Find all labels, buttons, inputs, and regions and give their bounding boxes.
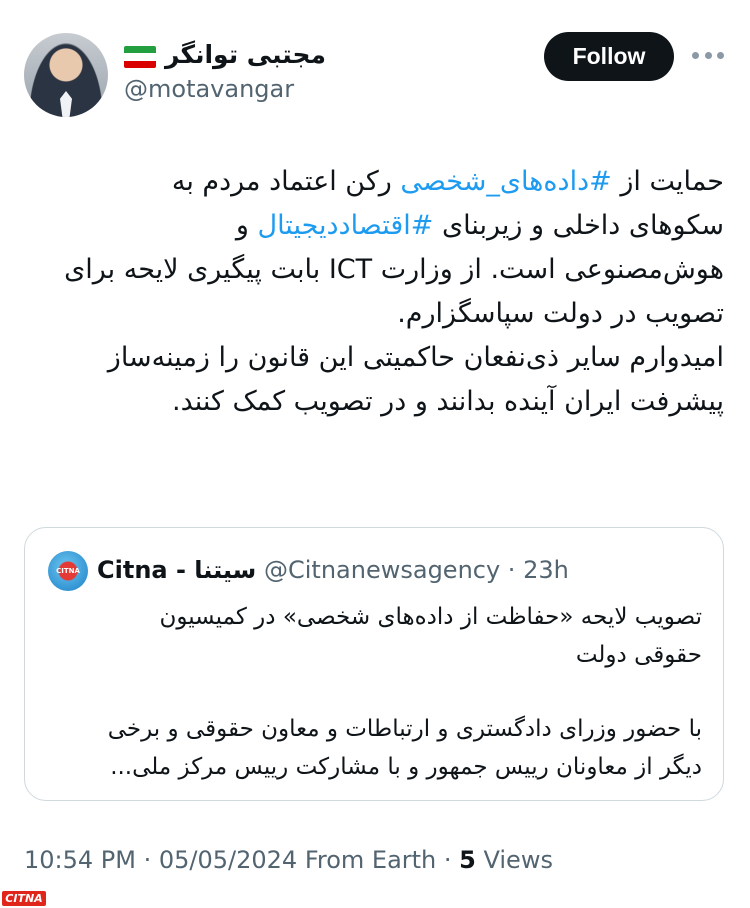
quote-paragraph-gap	[48, 674, 702, 710]
citna-watermark-logo: CITNA	[2, 891, 46, 906]
iran-flag-icon	[124, 46, 156, 68]
tweet-text-segment: حمایت از	[611, 166, 724, 197]
avatar-shirt	[60, 91, 72, 117]
tweet-text-segment: امیدوارم سایر ذی‌نفعان حاکمیتی این قانون…	[107, 342, 724, 373]
tweet-text-segment: هوش‌مصنوعی است. از وزارت ICT بابت پیگیری…	[64, 254, 724, 285]
tweet-text-segment: پیشرفت ایران آینده بدانند و در تصویب کمک…	[171, 386, 724, 417]
quote-line: دیگر از معاونان رییس جمهور و با مشارکت ر…	[110, 754, 702, 780]
views-label: Views	[475, 846, 553, 874]
author-avatar[interactable]	[24, 33, 108, 117]
tweet-text-segment: رکن اعتماد مردم به	[171, 166, 401, 197]
tweet-meta: 10:54 PM · 05/05/2024 From Earth · 5 Vie…	[24, 846, 553, 874]
quoted-account-name[interactable]: Citna - سیتنا	[97, 556, 256, 584]
flag-stripe-white	[124, 53, 156, 61]
tweet-text-segment: سکوهای داخلی و زیربنای	[433, 210, 724, 241]
flag-stripe-green	[124, 46, 156, 54]
tweet-line: حمایت از #داده‌های_شخصی رکن اعتماد مردم …	[24, 160, 724, 204]
quoted-account-handle-time[interactable]: @Citnanewsagency · 23h	[264, 556, 569, 584]
views-count: 5	[459, 846, 476, 874]
quote-line: با حضور وزرای دادگستری و ارتباطات و معاو…	[107, 716, 702, 742]
quote-line: حقوقی دولت	[575, 642, 702, 668]
tweet-line: سکوهای داخلی و زیربنای #اقتصاددیجیتال و	[24, 204, 724, 248]
tweet-line: امیدوارم سایر ذی‌نفعان حاکمیتی این قانون…	[24, 336, 724, 380]
tweet-line: هوش‌مصنوعی است. از وزارت ICT بابت پیگیری…	[24, 248, 724, 292]
author-display-name[interactable]: مجتبی توانگر	[165, 40, 326, 69]
hashtag-link[interactable]: #داده‌های_شخصی	[400, 166, 611, 197]
timestamp-source[interactable]: 10:54 PM · 05/05/2024 From Earth ·	[24, 846, 459, 874]
flag-stripe-red	[124, 60, 156, 68]
tweet-text-segment: و	[235, 210, 258, 241]
tweet-text-segment: تصویب در دولت سپاسگزارم.	[397, 298, 724, 329]
quoted-avatar-label: CITNA	[56, 567, 80, 575]
tweet-line: تصویب در دولت سپاسگزارم.	[24, 292, 724, 336]
author-handle[interactable]: @motavangar	[124, 75, 294, 103]
hashtag-link[interactable]: #اقتصاددیجیتال	[257, 210, 433, 241]
tweet-line: پیشرفت ایران آینده بدانند و در تصویب کمک…	[24, 380, 724, 424]
quote-line: تصویب لایحه «حفاظت از داده‌های شخصی» در …	[159, 604, 702, 630]
quoted-account-avatar[interactable]: CITNA	[48, 551, 88, 591]
quoted-tweet-text: تصویب لایحه «حفاظت از داده‌های شخصی» در …	[48, 598, 702, 786]
tweet-text: حمایت از #داده‌های_شخصی رکن اعتماد مردم …	[24, 160, 724, 424]
follow-button[interactable]: Follow	[544, 32, 674, 81]
more-options-icon[interactable]	[692, 43, 724, 67]
